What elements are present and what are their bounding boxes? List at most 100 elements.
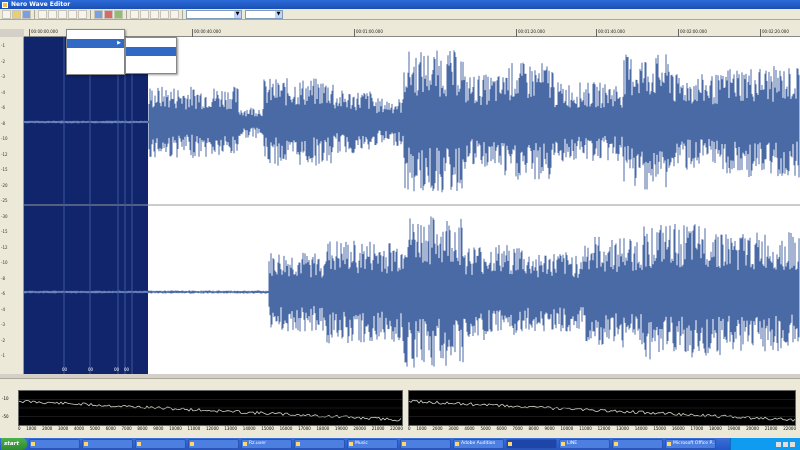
taskbar-button[interactable]: Music [347, 439, 398, 449]
freq-tick-label: 12000 [597, 426, 611, 431]
freq-tick-label: 13000 [224, 426, 238, 431]
volume-icon[interactable] [783, 441, 788, 447]
taskbar-button[interactable] [135, 439, 186, 449]
freq-tick-label: 0 [18, 426, 21, 431]
db-label: -4 [1, 89, 5, 95]
app-icon [667, 442, 671, 446]
taskbar-button[interactable] [188, 439, 239, 449]
freq-tick-label: 18000 [316, 426, 330, 431]
marker-label: 00 [88, 367, 94, 372]
taskbar-button[interactable] [294, 439, 345, 449]
zoom-out-icon[interactable] [140, 9, 149, 19]
db-label: -2 [1, 58, 5, 64]
freq-tick-label: 3000 [57, 426, 69, 431]
start-button[interactable]: start [1, 438, 27, 450]
submenu-item-4[interactable] [126, 65, 176, 74]
submenu-item-1[interactable] [126, 38, 176, 47]
taskbar-button-label: Microsoft Office P... [673, 441, 716, 446]
tools-dropdown-menu: ▶ [66, 29, 125, 75]
taskbar-button-label: Music [355, 441, 368, 446]
dropdown-item-1[interactable] [67, 30, 124, 39]
zoom-in-icon[interactable] [130, 9, 139, 19]
taskbar-button[interactable]: LINE [559, 439, 610, 449]
freq-tick-label: 8000 [137, 426, 148, 431]
freq-tick-label: 14000 [242, 426, 256, 431]
marker-label: 00 [114, 367, 120, 372]
dropdown-item-4[interactable] [67, 57, 124, 66]
cut-icon[interactable] [38, 9, 47, 19]
freq-tick-label: 10000 [169, 426, 182, 431]
freq-tick-label: 5000 [89, 426, 100, 431]
waveform-canvas[interactable]: 00 00 00 00 [24, 37, 800, 374]
taskbar-button[interactable] [400, 439, 451, 449]
freq-tick-label: 22000 [390, 426, 403, 431]
submenu-item-3[interactable] [126, 56, 176, 65]
freq-tick-label: 2000 [42, 426, 53, 431]
track-select[interactable]: ▼ [186, 9, 242, 19]
redo-icon[interactable] [78, 9, 87, 19]
freq-tick-label: 7000 [512, 426, 523, 431]
taskbar-button[interactable]: Microsoft Office P... [665, 439, 716, 449]
chevron-down-icon: ▼ [234, 10, 241, 18]
freq-tick-label: 8000 [528, 426, 539, 431]
paste-icon[interactable] [58, 9, 67, 19]
play-icon[interactable] [94, 9, 103, 19]
taskbar-button-label: Rz.uver [249, 441, 267, 446]
spec-y-tick: -50 [2, 414, 9, 419]
language-icon[interactable] [790, 441, 795, 447]
db-label: -8 [1, 120, 5, 126]
db-label: -4 [1, 306, 5, 312]
taskbar-button[interactable] [506, 439, 557, 449]
loop-icon[interactable] [114, 9, 123, 19]
taskbar-button[interactable] [29, 439, 80, 449]
app-icon [614, 442, 618, 446]
db-label: -30 [1, 213, 8, 219]
dropdown-item-2[interactable]: ▶ [67, 39, 124, 48]
db-label: -15 [1, 229, 8, 234]
help-icon[interactable] [170, 9, 179, 19]
zoom-selection-icon[interactable] [160, 9, 169, 19]
open-folder-icon[interactable] [12, 9, 21, 19]
freq-tick-label: 21000 [764, 426, 778, 431]
save-icon[interactable] [22, 9, 31, 19]
new-file-icon[interactable] [2, 9, 11, 19]
taskbar-button[interactable]: Rz.uver [241, 439, 292, 449]
zoom-full-icon[interactable] [150, 9, 159, 19]
toolbar: ▼ ▼ [0, 9, 800, 20]
freq-tick-label: 4000 [73, 426, 85, 431]
db-label: -1 [1, 43, 5, 48]
title-bar: Nero Wave Editor [0, 0, 800, 9]
freq-tick-label: 1000 [26, 426, 37, 431]
undo-icon[interactable] [68, 9, 77, 19]
time-ruler[interactable]: 00:00:00.000 00:00:40.000 00:01:00.000 00:0… [24, 29, 800, 37]
taskbar-button-label: LINE [567, 441, 578, 446]
network-icon[interactable] [776, 441, 781, 447]
app-icon [190, 442, 194, 446]
ruler-time-label: 00:00:40.000 [192, 29, 221, 37]
chevron-right-icon: ▶ [117, 40, 121, 46]
freq-tick-label: 19000 [727, 426, 741, 431]
freq-tick-label: 16000 [671, 426, 685, 431]
db-label: -1 [1, 353, 5, 358]
zoom-select[interactable]: ▼ [245, 9, 283, 19]
freq-tick-label: 3000 [448, 426, 459, 431]
system-tray [730, 438, 800, 450]
spectrum-panel: -10 -50 0 1000 2000 3000 4000 5000 6000 7000 800… [0, 386, 800, 438]
freq-tick-label: 15000 [261, 426, 274, 431]
copy-icon[interactable] [48, 9, 57, 19]
db-label: -12 [1, 244, 8, 250]
freq-tick-label: 0 [408, 426, 411, 431]
submenu-item-2[interactable] [126, 47, 176, 56]
db-label: -3 [1, 74, 5, 79]
record-icon[interactable] [104, 9, 113, 19]
freq-axis-right: 0 1000 2000 3000 4000 5000 6000 7000 8000 9000 100… [408, 426, 796, 433]
taskbar-button[interactable] [612, 439, 663, 449]
db-label: -6 [1, 105, 5, 110]
dropdown-item-3[interactable] [67, 48, 124, 57]
submenu [125, 37, 177, 74]
dropdown-item-5[interactable] [67, 66, 124, 75]
taskbar-button[interactable]: Adobe Audition [453, 439, 504, 449]
db-label: -8 [1, 275, 5, 281]
app-icon [561, 442, 565, 446]
taskbar-button[interactable] [82, 439, 133, 449]
